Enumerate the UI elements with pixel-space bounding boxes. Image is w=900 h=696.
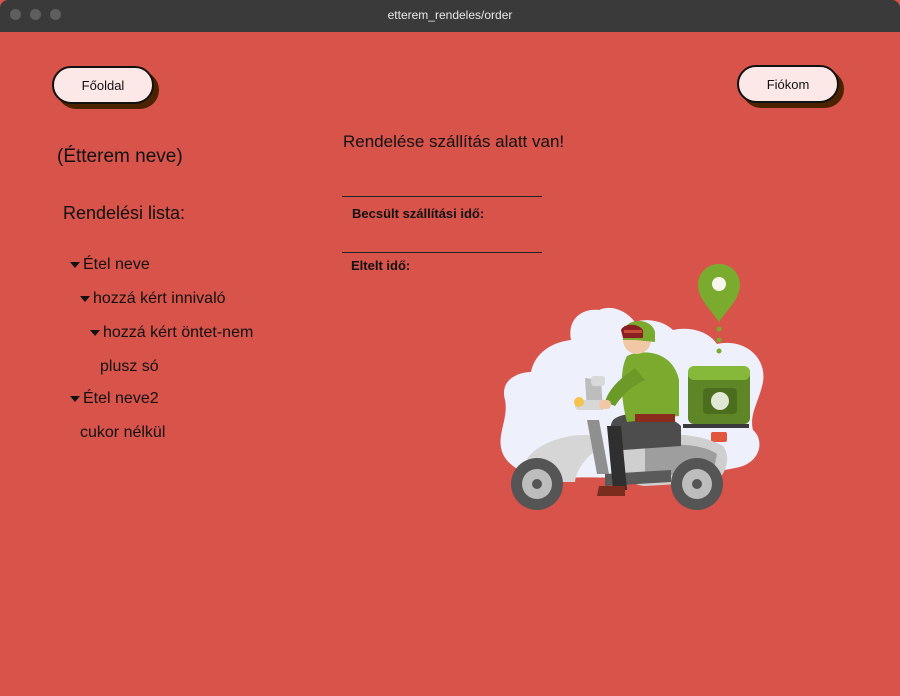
caret-down-icon[interactable]: [80, 295, 90, 302]
list-item[interactable]: hozzá kért innivaló: [80, 290, 226, 308]
restaurant-name: (Étterem neve): [57, 146, 183, 167]
list-item-label: hozzá kért öntet-nem: [103, 324, 254, 341]
list-item[interactable]: Étel neve2: [70, 390, 159, 408]
list-item-label: hozzá kért innivaló: [93, 290, 226, 307]
list-item-label: cukor nélkül: [80, 424, 166, 441]
divider: [342, 196, 542, 197]
home-button[interactable]: Főoldal: [52, 66, 154, 104]
list-item-label: Étel neve: [83, 256, 150, 273]
estimated-time-label: Becsült szállítási idő:: [352, 206, 485, 221]
window-title: etterem_rendeles/order: [387, 8, 513, 22]
list-item[interactable]: Étel neve: [70, 256, 150, 274]
list-item: cukor nélkül: [80, 424, 165, 442]
caret-down-icon[interactable]: [70, 395, 80, 402]
elapsed-time-label: Eltelt idő:: [351, 258, 411, 273]
list-item[interactable]: hozzá kért öntet-nem: [90, 324, 253, 342]
page-content: Főoldal Fiókom (Étterem neve) Rendelési …: [0, 32, 900, 696]
account-button[interactable]: Fiókom: [737, 65, 839, 103]
window-titlebar: etterem_rendeles/order: [0, 0, 900, 32]
delivery-scooter-illustration: [500, 264, 764, 510]
list-item-label: Étel neve2: [83, 390, 159, 407]
caret-down-icon[interactable]: [90, 329, 100, 336]
list-item-label: plusz só: [100, 358, 159, 375]
list-item: plusz só: [100, 358, 159, 376]
front-wheel: [511, 458, 563, 510]
divider: [342, 252, 542, 253]
rear-wheel: [671, 458, 723, 510]
order-list-title: Rendelési lista:: [63, 203, 186, 223]
delivery-status: Rendelése szállítás alatt van!: [343, 132, 565, 151]
caret-down-icon[interactable]: [70, 261, 80, 268]
